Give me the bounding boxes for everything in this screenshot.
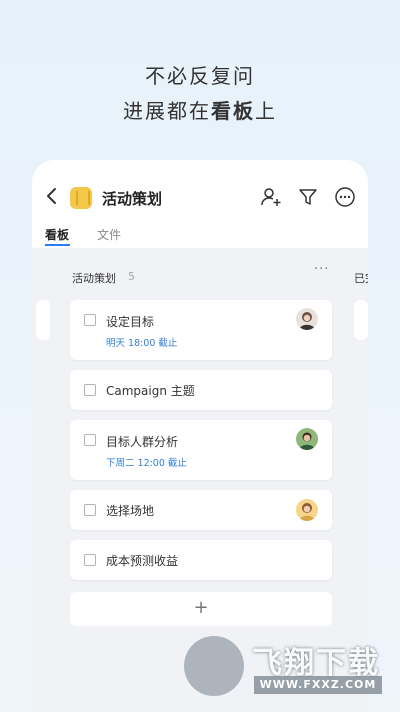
task-checkbox[interactable]: [84, 554, 96, 566]
task-card[interactable]: Campaign 主题: [70, 370, 332, 410]
task-card[interactable]: 成本预测收益: [70, 540, 332, 580]
column-count: 5: [128, 270, 135, 283]
column-title: 活动策划: [72, 272, 116, 285]
task-checkbox[interactable]: [84, 314, 96, 326]
task-checkbox[interactable]: [84, 434, 96, 446]
headline-line-2: 进展都在看板上: [0, 95, 400, 124]
assignee-avatar: [296, 428, 318, 450]
headline-prefix: 进展都在: [123, 99, 211, 123]
top-bar: 活动策划 看板 文件: [32, 160, 368, 246]
task-title: 设定目标: [106, 315, 155, 329]
add-task-button[interactable]: +: [70, 592, 332, 626]
task-due-date: 下周二 12:00 截止: [106, 458, 187, 469]
previous-column-card: [36, 300, 50, 340]
tab-board[interactable]: 看板: [45, 226, 71, 246]
task-due-date: 明天 18:00 截止: [106, 338, 178, 349]
back-arrow-icon[interactable]: [42, 184, 62, 208]
task-title: 选择场地: [106, 504, 155, 518]
task-card[interactable]: 设定目标 明天 18:00 截止: [70, 300, 332, 360]
next-column-title: 已完: [354, 272, 368, 285]
assignee-avatar: [296, 308, 318, 330]
task-card[interactable]: 目标人群分析 下周二 12:00 截止: [70, 420, 332, 480]
headline-suffix: 上: [255, 99, 277, 123]
headline-bold: 看板: [211, 99, 255, 123]
add-member-icon[interactable]: [260, 186, 282, 208]
task-checkbox[interactable]: [84, 504, 96, 516]
task-title: 目标人群分析: [106, 435, 179, 449]
watermark-url: WWW.FXXZ.COM: [254, 676, 382, 694]
project-title: 活动策划: [102, 190, 163, 208]
app-screen: 活动策划 看板 文件 活动策划 5 ··· 已完 设定目标 明天 18:00 截…: [32, 160, 368, 712]
task-title: Campaign 主题: [106, 384, 195, 398]
more-options-icon[interactable]: [334, 186, 356, 208]
assignee-avatar: [296, 499, 318, 521]
column-more-button[interactable]: ···: [314, 262, 329, 277]
headline-line-1: 不必反复问: [145, 64, 255, 88]
task-card[interactable]: 选择场地: [70, 490, 332, 530]
watermark-logo-icon: [184, 636, 244, 696]
task-checkbox[interactable]: [84, 384, 96, 396]
tab-files[interactable]: 文件: [97, 226, 121, 243]
project-icon: [70, 187, 92, 209]
watermark: 飞翔下载 WWW.FXXZ.COM: [184, 636, 386, 698]
task-title: 成本预测收益: [106, 554, 179, 568]
next-column-card: [354, 300, 368, 340]
filter-icon[interactable]: [297, 186, 319, 208]
